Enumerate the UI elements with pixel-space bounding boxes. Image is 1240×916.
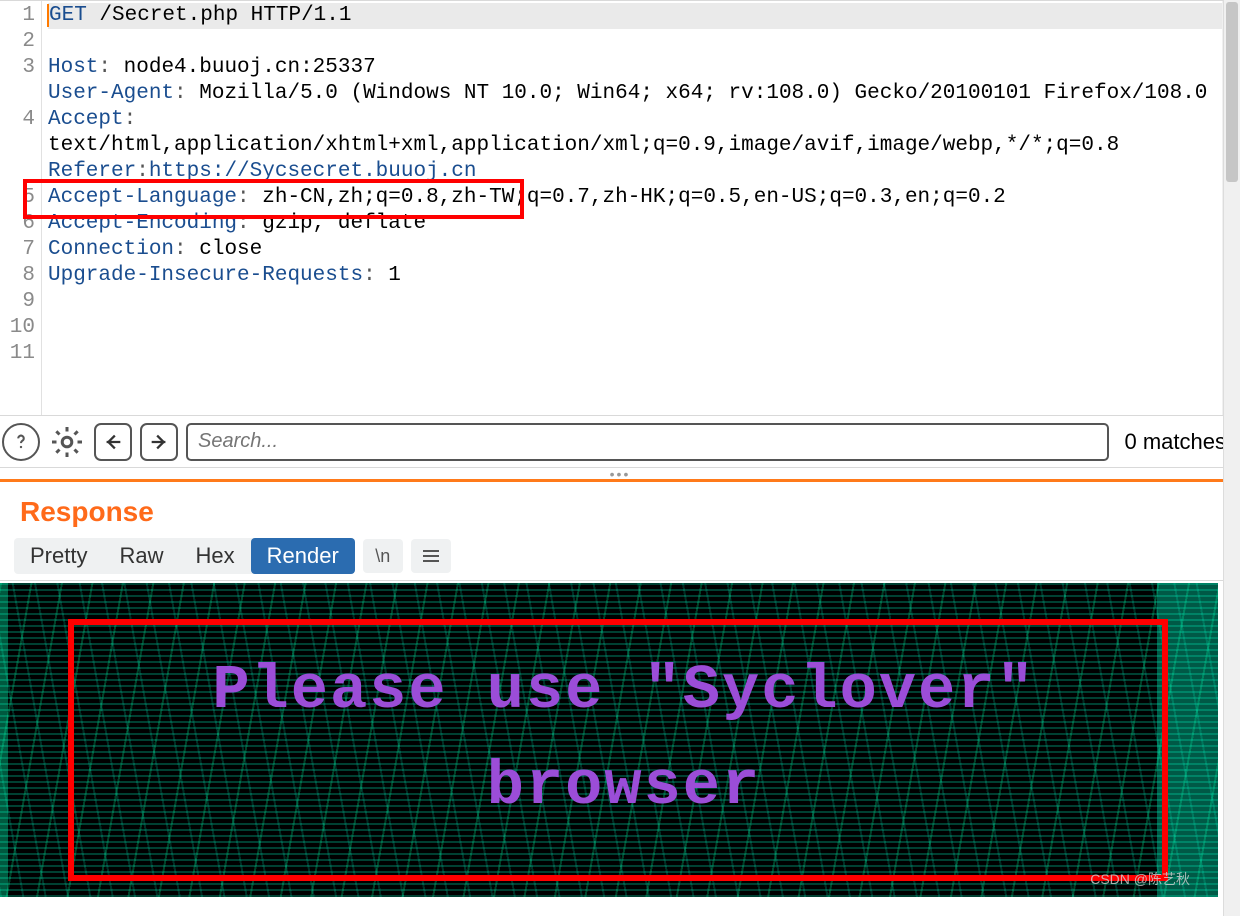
header-value-url: https://Sycsecret.buuoj.cn — [149, 160, 477, 183]
header-name: Upgrade-Insecure-Requests — [48, 264, 363, 287]
http-path: /Secret.php — [99, 4, 238, 27]
tab-pretty[interactable]: Pretty — [14, 538, 103, 574]
header-name: Referer — [48, 160, 136, 183]
response-heading: Response — [0, 482, 1240, 532]
editor-toolbar: 0 matches — [0, 416, 1240, 468]
line-gutter: 1 2 3 4 5 6 7 8 9 10 11 — [0, 1, 42, 415]
header-name: User-Agent — [48, 82, 174, 105]
pane-resize-handle[interactable]: ••• — [0, 468, 1240, 482]
line-num: 2 — [2, 29, 35, 55]
rendered-message: Please use "Syclover" browser — [120, 643, 1128, 835]
scrollbar-thumb[interactable] — [1226, 2, 1238, 182]
header-value: gzip, deflate — [262, 212, 426, 235]
tab-raw[interactable]: Raw — [103, 538, 179, 574]
hamburger-icon — [422, 549, 440, 563]
settings-button[interactable] — [48, 423, 86, 461]
arrow-left-icon — [102, 431, 124, 453]
header-name: Host — [48, 56, 98, 79]
tab-render[interactable]: Render — [251, 538, 355, 574]
help-button[interactable] — [2, 423, 40, 461]
header-value: close — [199, 238, 262, 261]
render-viewport[interactable]: Please use "Syclover" browser CSDN @陈艺秋 — [0, 583, 1218, 897]
menu-button[interactable] — [411, 539, 451, 573]
header-value: Mozilla/5.0 (Windows NT 10.0; Win64; x64… — [199, 82, 1207, 105]
newline-toggle[interactable]: \n — [363, 539, 403, 573]
line-num: 9 — [2, 289, 35, 315]
page-scrollbar[interactable] — [1223, 0, 1240, 916]
question-icon — [10, 431, 32, 453]
header-value: zh-CN,zh;q=0.8,zh-TW;q=0.7,zh-HK;q=0.5,e… — [262, 186, 1006, 209]
line-num: 3 — [2, 55, 35, 81]
header-value: node4.buuoj.cn:25337 — [124, 56, 376, 79]
header-name: Accept — [48, 108, 124, 131]
line-num — [2, 159, 35, 185]
http-proto: HTTP/1.1 — [251, 4, 352, 27]
tab-hex[interactable]: Hex — [179, 538, 250, 574]
prev-match-button[interactable] — [94, 423, 132, 461]
next-match-button[interactable] — [140, 423, 178, 461]
match-count: 0 matches — [1117, 429, 1235, 455]
line-num: 5 — [2, 185, 35, 211]
line-num: 1 — [2, 3, 35, 29]
view-tabs: Pretty Raw Hex Render — [14, 538, 355, 574]
line-num — [2, 133, 35, 159]
line-num — [2, 81, 35, 107]
line-num: 10 — [2, 315, 35, 341]
header-value: text/html,application/xhtml+xml,applicat… — [48, 134, 1119, 157]
header-name: Connection — [48, 238, 174, 261]
gear-icon — [49, 424, 85, 460]
line-num: 7 — [2, 237, 35, 263]
watermark-text: CSDN @陈艺秋 — [1090, 869, 1190, 889]
header-name: Accept-Encoding — [48, 212, 237, 235]
response-tabbar: Pretty Raw Hex Render \n — [0, 532, 1240, 581]
line-num: 8 — [2, 263, 35, 289]
arrow-right-icon — [148, 431, 170, 453]
request-code[interactable]: GET /Secret.php HTTP/1.1 Host: node4.buu… — [42, 1, 1239, 415]
line-num: 11 — [2, 341, 35, 367]
header-name: Accept-Language — [48, 186, 237, 209]
line-num: 6 — [2, 211, 35, 237]
search-input[interactable] — [186, 423, 1109, 461]
header-value: 1 — [388, 264, 401, 287]
line-num: 4 — [2, 107, 35, 133]
http-method: GET — [49, 4, 87, 27]
request-editor[interactable]: 1 2 3 4 5 6 7 8 9 10 11 GET /Secret.php … — [0, 0, 1240, 416]
